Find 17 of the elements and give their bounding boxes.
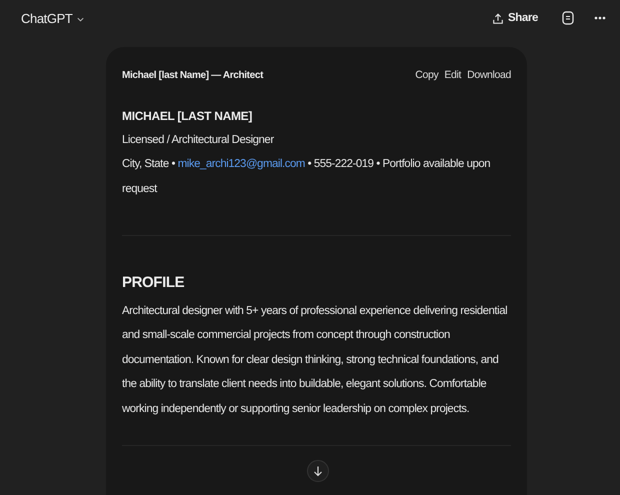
share-button[interactable]: Share <box>488 8 542 30</box>
resume-name: MICHAEL [LAST NAME] <box>122 108 254 125</box>
canvas-action-button[interactable]: Edit <box>438 68 462 84</box>
section-heading: PROFILE <box>122 273 186 294</box>
scroll-down-button[interactable] <box>307 460 329 482</box>
resume-role: Licensed / Architectural Designer <box>122 132 275 148</box>
email-link[interactable]: mike_archi123@gmail.com <box>178 158 305 170</box>
more-icon <box>594 16 606 20</box>
canvas-action-button[interactable]: Copy <box>409 68 438 84</box>
canvas-action-button[interactable]: Download <box>461 68 511 84</box>
canvas-title: Michael [last Name] — Architect <box>122 69 264 84</box>
arrow-down-icon <box>312 465 324 477</box>
share-icon <box>492 13 504 25</box>
model-selector[interactable]: ChatGPT <box>17 7 90 31</box>
section-paragraph: Architectural designer with 5+ years of professional experience delivering residential and small-scale commercial projects from concept through construction documentation. Known for clear design thinking, strong technical foundations, and the ability to translate client needs into buildable, elegant solutions. Comfortable working independently or supporting senior leadership on complex projects. <box>122 304 508 417</box>
contact-line: City, State • mike_archi123@gmail.com • 555-222-019 • Portfolio available upon request <box>122 157 492 197</box>
document-icon <box>562 11 574 26</box>
